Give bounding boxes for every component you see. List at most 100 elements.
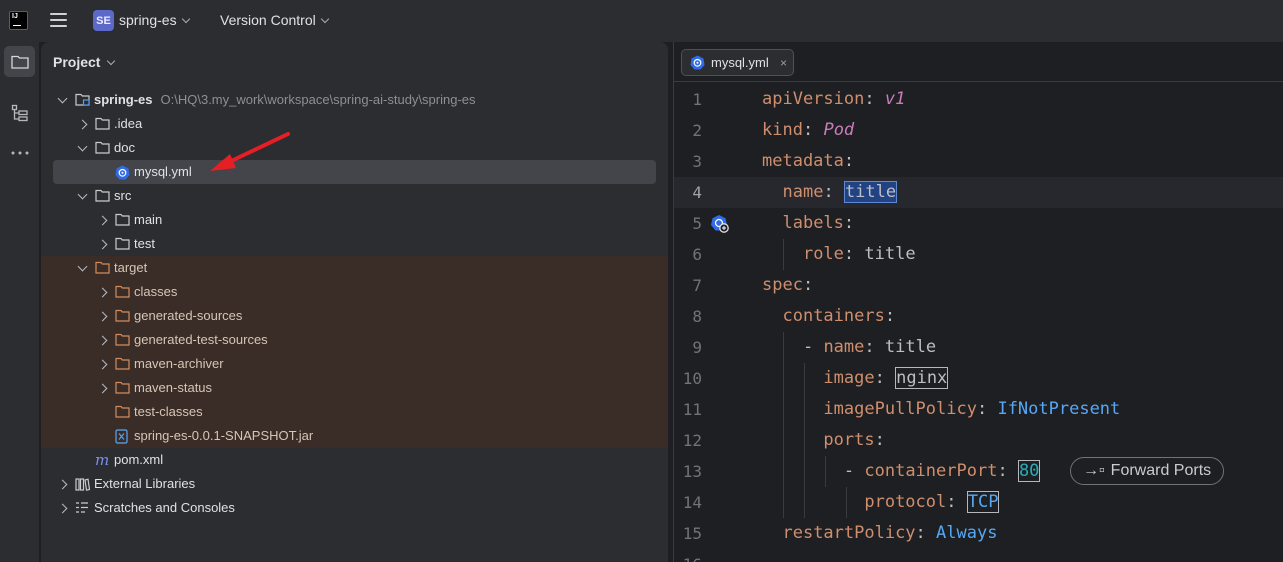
- code-line: 8 containers:: [674, 301, 1283, 332]
- scratches-icon: [75, 501, 90, 514]
- code-line: 7 spec:: [674, 270, 1283, 301]
- forward-ports-icon: →▫: [1083, 462, 1105, 479]
- tree-item-label: main: [134, 212, 163, 227]
- tree-item-idea[interactable]: .idea: [41, 112, 668, 136]
- chevron-right-icon[interactable]: [97, 215, 108, 226]
- tab-label: mysql.yml: [711, 55, 769, 70]
- forward-ports-label: Forward Ports: [1110, 462, 1212, 479]
- tree-item-label: pom.xml: [114, 452, 164, 467]
- excluded-folder-icon: [115, 381, 130, 394]
- chevron-right-icon[interactable]: [97, 239, 108, 250]
- line-number: 2: [692, 121, 702, 140]
- excluded-folder-icon: [115, 285, 130, 298]
- code-line: 9 - name: title: [674, 332, 1283, 363]
- project-tool-button[interactable]: [4, 46, 35, 77]
- tree-item-label: test: [134, 236, 155, 251]
- chevron-down-icon: [320, 14, 329, 23]
- tree-item-doc[interactable]: doc: [41, 136, 668, 160]
- tree-item-generated-sources[interactable]: generated-sources: [41, 304, 668, 328]
- tree-item-maven-status[interactable]: maven-status: [41, 376, 668, 400]
- chevron-down-icon[interactable]: [57, 93, 68, 104]
- line-number: 12: [682, 431, 702, 450]
- excluded-folder-icon: [115, 405, 130, 418]
- tree-item-classes[interactable]: classes: [41, 280, 668, 304]
- editor-area: mysql.yml × 1 apiVersion: v1 2 kind: Pod…: [673, 42, 1283, 562]
- folder-icon: [10, 55, 29, 69]
- code-editor[interactable]: 1 apiVersion: v1 2 kind: Pod 3 metadata:…: [674, 84, 1283, 562]
- tree-item-pom-xml[interactable]: m pom.xml: [41, 448, 668, 472]
- chevron-right-icon[interactable]: [97, 287, 108, 298]
- tree-item-spring-es[interactable]: spring-es O:\HQ\3.my_work\workspace\sprin…: [41, 88, 668, 112]
- chevron-down-icon[interactable]: [77, 141, 88, 152]
- excluded-folder-icon: [95, 261, 110, 274]
- library-icon: [75, 477, 91, 491]
- code-line: 13 - containerPort: 80 →▫ Forward Ports: [674, 456, 1283, 487]
- line-number: 1: [692, 90, 702, 109]
- title-bar: IJ SE spring-es Version Control: [0, 0, 1283, 42]
- folder-icon: [95, 189, 110, 202]
- main-menu-icon[interactable]: [50, 13, 67, 27]
- chevron-right-icon[interactable]: [97, 359, 108, 370]
- close-icon[interactable]: ×: [780, 56, 787, 70]
- line-number: 3: [692, 152, 702, 171]
- tree-item-scratches-and-consoles[interactable]: Scratches and Consoles: [41, 496, 668, 520]
- folder-icon: [115, 237, 130, 250]
- tree-item-label: spring-es O:\HQ\3.my_work\workspace\sprin…: [94, 92, 476, 107]
- container-port-value: 80: [1017, 460, 1041, 482]
- line-number: 9: [692, 338, 702, 357]
- tree-item-label: doc: [114, 140, 135, 155]
- kubernetes-gutter-icon[interactable]: [710, 214, 730, 234]
- code-line: 5 labels:: [674, 208, 1283, 239]
- line-number: 5: [692, 214, 702, 233]
- version-control-label: Version Control: [220, 12, 316, 28]
- chevron-down-icon[interactable]: [77, 261, 88, 272]
- code-line: 10 image: nginx: [674, 363, 1283, 394]
- maven-file-icon: m: [95, 451, 110, 469]
- tree-item-test[interactable]: test: [41, 232, 668, 256]
- tree-item-target[interactable]: target: [41, 256, 668, 280]
- forward-ports-button[interactable]: →▫ Forward Ports: [1070, 457, 1225, 485]
- tree-item-label: classes: [134, 284, 178, 299]
- tree-item-label: maven-archiver: [134, 356, 224, 371]
- line-number: 6: [692, 245, 702, 264]
- tree-item-maven-archiver[interactable]: maven-archiver: [41, 352, 668, 376]
- chevron-right-icon[interactable]: [97, 383, 108, 394]
- tree-item-label: External Libraries: [94, 476, 196, 491]
- project-panel-title: Project: [53, 54, 101, 70]
- chevron-right-icon[interactable]: [97, 311, 108, 322]
- line-number: 14: [682, 493, 702, 512]
- tree-item-generated-test-sources[interactable]: generated-test-sources: [41, 328, 668, 352]
- chevron-right-icon[interactable]: [57, 479, 68, 490]
- folder-icon: [115, 213, 130, 226]
- chevron-down-icon[interactable]: [77, 189, 88, 200]
- tree-item-test-classes[interactable]: test-classes: [41, 400, 668, 424]
- tree-item-spring-es-0-0-1-snapshot-jar[interactable]: spring-es-0.0.1-SNAPSHOT.jar: [41, 424, 668, 448]
- intellij-logo-icon[interactable]: IJ: [9, 11, 28, 30]
- tree-item-external-libraries[interactable]: External Libraries: [41, 472, 668, 496]
- chevron-right-icon[interactable]: [77, 119, 88, 130]
- version-control-menu[interactable]: Version Control: [220, 12, 329, 28]
- image-value-nginx: nginx: [895, 367, 949, 389]
- chevron-right-icon[interactable]: [57, 503, 68, 514]
- project-name: spring-es: [119, 12, 177, 28]
- chevron-right-icon[interactable]: [97, 335, 108, 346]
- code-line: 1 apiVersion: v1: [674, 84, 1283, 115]
- project-path-hint: O:\HQ\3.my_work\workspace\spring-ai-stud…: [160, 92, 476, 107]
- tree-item-mysql-yml[interactable]: mysql.yml: [41, 160, 668, 184]
- line-number: 13: [682, 462, 702, 481]
- tree-item-label: test-classes: [134, 404, 203, 419]
- structure-tool-button[interactable]: [4, 97, 35, 128]
- project-view-selector[interactable]: Project: [53, 54, 116, 70]
- code-line: 15 restartPolicy: Always: [674, 518, 1283, 549]
- tree-item-label: mysql.yml: [134, 164, 192, 179]
- tab-mysql-yml[interactable]: mysql.yml ×: [681, 49, 794, 76]
- project-badge[interactable]: SE: [93, 10, 114, 31]
- excluded-folder-icon: [115, 309, 130, 322]
- more-tools-icon[interactable]: [4, 137, 35, 168]
- tree-item-src[interactable]: src: [41, 184, 668, 208]
- structure-icon: [11, 104, 28, 121]
- tree-item-label: .idea: [114, 116, 143, 131]
- tree-item-main[interactable]: main: [41, 208, 668, 232]
- project-switcher[interactable]: spring-es: [119, 12, 190, 28]
- tree-item-label: src: [114, 188, 132, 203]
